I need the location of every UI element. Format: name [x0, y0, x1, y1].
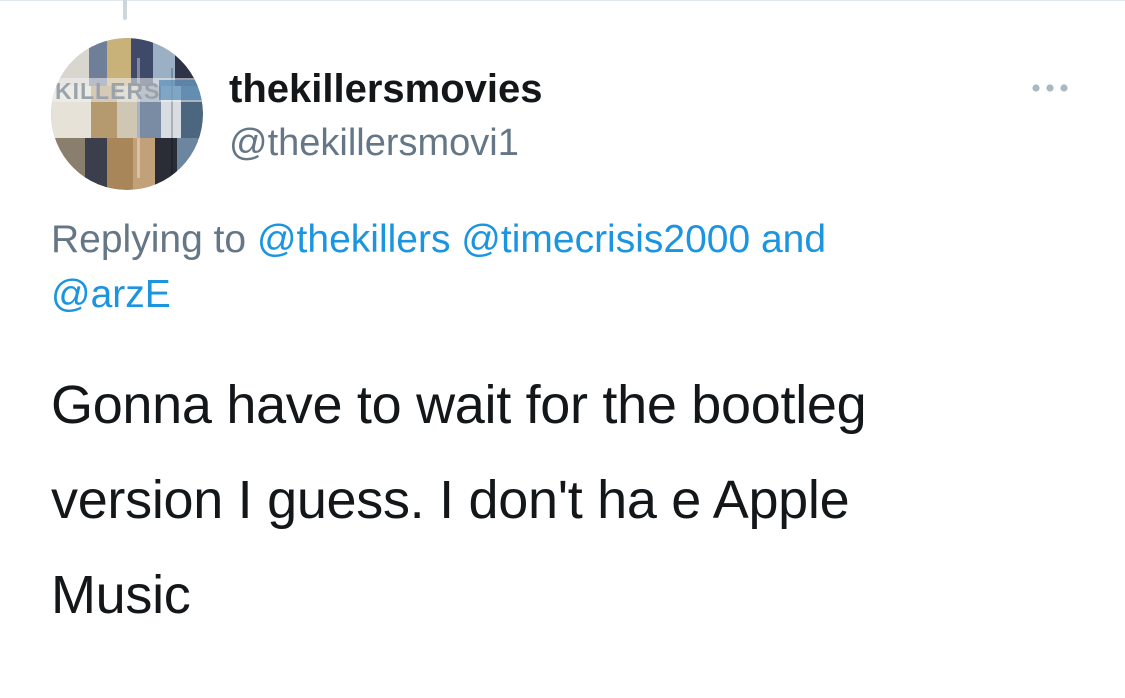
mention-and-others-link[interactable]: and [761, 218, 826, 261]
tweet-text-line: Music [51, 565, 191, 625]
replying-to-line: Replying to @thekillers @timecrisis2000 … [51, 212, 1071, 322]
tweet-text-line: Gonna have to wait for the bootleg [51, 375, 867, 435]
avatar[interactable]: KILLERS [51, 38, 203, 190]
mention-link-thekillers[interactable]: @thekillers [257, 218, 450, 261]
author-handle[interactable]: @thekillersmovi1 [229, 121, 519, 165]
author-display-name[interactable]: thekillersmovies [229, 66, 543, 112]
more-horizontal-icon [1032, 84, 1068, 92]
tweet-text: Gonna have to wait for the bootleg versi… [51, 358, 1091, 643]
reply-thread-line [123, 0, 127, 20]
tweet-text-line: version I guess. I don't ha e Apple [51, 470, 850, 530]
album-collage-avatar-icon: KILLERS [51, 38, 203, 190]
more-options-button[interactable] [1022, 70, 1078, 106]
mention-link-arze[interactable]: @arzE [51, 273, 171, 316]
tweet-card: KILLERS thekillersmovies @thekillersmovi… [0, 0, 1125, 698]
avatar-logo-text: KILLERS [55, 78, 160, 104]
top-divider [0, 0, 1125, 1]
mention-link-timecrisis2000[interactable]: @timecrisis2000 [461, 218, 750, 261]
replying-to-label: Replying to [51, 218, 247, 261]
